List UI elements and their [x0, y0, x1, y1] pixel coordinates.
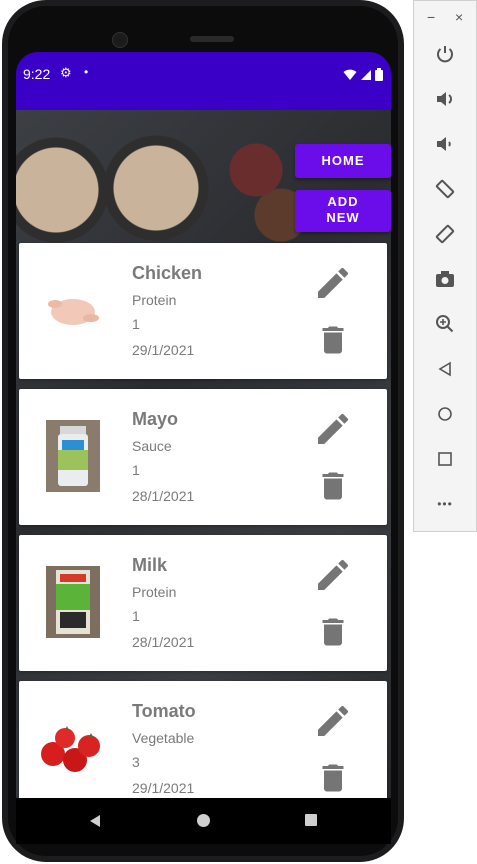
camera-icon[interactable] — [432, 266, 458, 292]
edit-icon[interactable] — [311, 409, 355, 449]
chicken-image — [33, 273, 113, 347]
tomato-image — [23, 711, 119, 785]
toolbar-window-controls: − × — [414, 9, 476, 29]
volume-up-icon[interactable] — [432, 86, 458, 112]
food-background: HOME ADD NEW Chicken Protein 1 29/1/2021 — [16, 110, 391, 798]
list-item[interactable]: Milk Protein 1 28/1/2021 — [19, 535, 387, 671]
power-icon[interactable] — [432, 41, 458, 67]
gear-icon: ⚙ — [60, 65, 72, 80]
status-icons — [343, 68, 383, 81]
emulator-toolbar: − × ••• — [413, 0, 477, 532]
item-name: Tomato — [132, 701, 196, 721]
zoom-icon[interactable] — [432, 311, 458, 337]
navigation-bar — [16, 798, 391, 844]
item-category: Vegetable — [132, 730, 195, 746]
delete-icon[interactable] — [315, 319, 351, 361]
status-bar: 9:22 ⚙ • — [16, 52, 391, 110]
device-screen: 9:22 ⚙ • HOME ADD NEW Chicken Protein 1 … — [16, 52, 391, 844]
delete-icon[interactable] — [315, 757, 351, 798]
item-quantity: 3 — [132, 754, 140, 770]
delete-icon[interactable] — [315, 465, 351, 507]
back-icon[interactable] — [88, 814, 102, 828]
item-date: 28/1/2021 — [132, 634, 195, 650]
item-category: Protein — [132, 584, 177, 600]
item-category: Sauce — [132, 438, 172, 454]
home-circle-icon[interactable] — [432, 401, 458, 427]
list-item[interactable]: Mayo Sauce 1 28/1/2021 — [19, 389, 387, 525]
mayo-jar-image — [33, 419, 113, 493]
earpiece-speaker — [190, 36, 234, 42]
volume-down-icon[interactable] — [432, 131, 458, 157]
add-new-label-line2: NEW — [326, 210, 360, 225]
item-date: 29/1/2021 — [132, 780, 195, 796]
edit-icon[interactable] — [311, 701, 355, 741]
notification-dot: • — [84, 65, 89, 79]
recents-icon[interactable] — [305, 814, 317, 826]
item-category: Protein — [132, 292, 177, 308]
item-name: Milk — [132, 555, 168, 575]
home-button[interactable]: HOME — [295, 144, 391, 178]
rotate-right-icon[interactable] — [432, 221, 458, 247]
minimize-button[interactable]: − — [427, 9, 435, 25]
wifi-icon — [343, 69, 357, 80]
item-date: 29/1/2021 — [132, 342, 195, 358]
more-options-label: ••• — [437, 497, 453, 511]
signal-icon — [361, 69, 371, 80]
add-new-label-line1: ADD — [327, 194, 359, 209]
item-quantity: 1 — [132, 316, 140, 332]
close-button[interactable]: × — [455, 9, 463, 25]
add-new-button[interactable]: ADD NEW — [295, 190, 391, 232]
list-item[interactable]: Chicken Protein 1 29/1/2021 — [19, 243, 387, 379]
item-name: Mayo — [132, 409, 179, 429]
milk-carton-image — [33, 565, 113, 639]
item-date: 28/1/2021 — [132, 488, 195, 504]
item-quantity: 1 — [132, 462, 140, 478]
home-button-label: HOME — [321, 153, 365, 168]
status-time: 9:22 — [23, 66, 51, 82]
item-name: Chicken — [132, 263, 203, 283]
edit-icon[interactable] — [311, 263, 355, 303]
more-options-icon[interactable]: ••• — [432, 491, 458, 517]
list-item[interactable]: Tomato Vegetable 3 29/1/2021 — [19, 681, 387, 798]
home-nav-icon[interactable] — [197, 814, 210, 827]
item-quantity: 1 — [132, 608, 140, 624]
front-camera — [112, 32, 128, 48]
rotate-left-icon[interactable] — [432, 176, 458, 202]
overview-icon[interactable] — [432, 446, 458, 472]
delete-icon[interactable] — [315, 611, 351, 653]
edit-icon[interactable] — [311, 555, 355, 595]
battery-icon — [375, 68, 383, 81]
back-icon[interactable] — [432, 356, 458, 382]
window-gap — [404, 110, 413, 150]
